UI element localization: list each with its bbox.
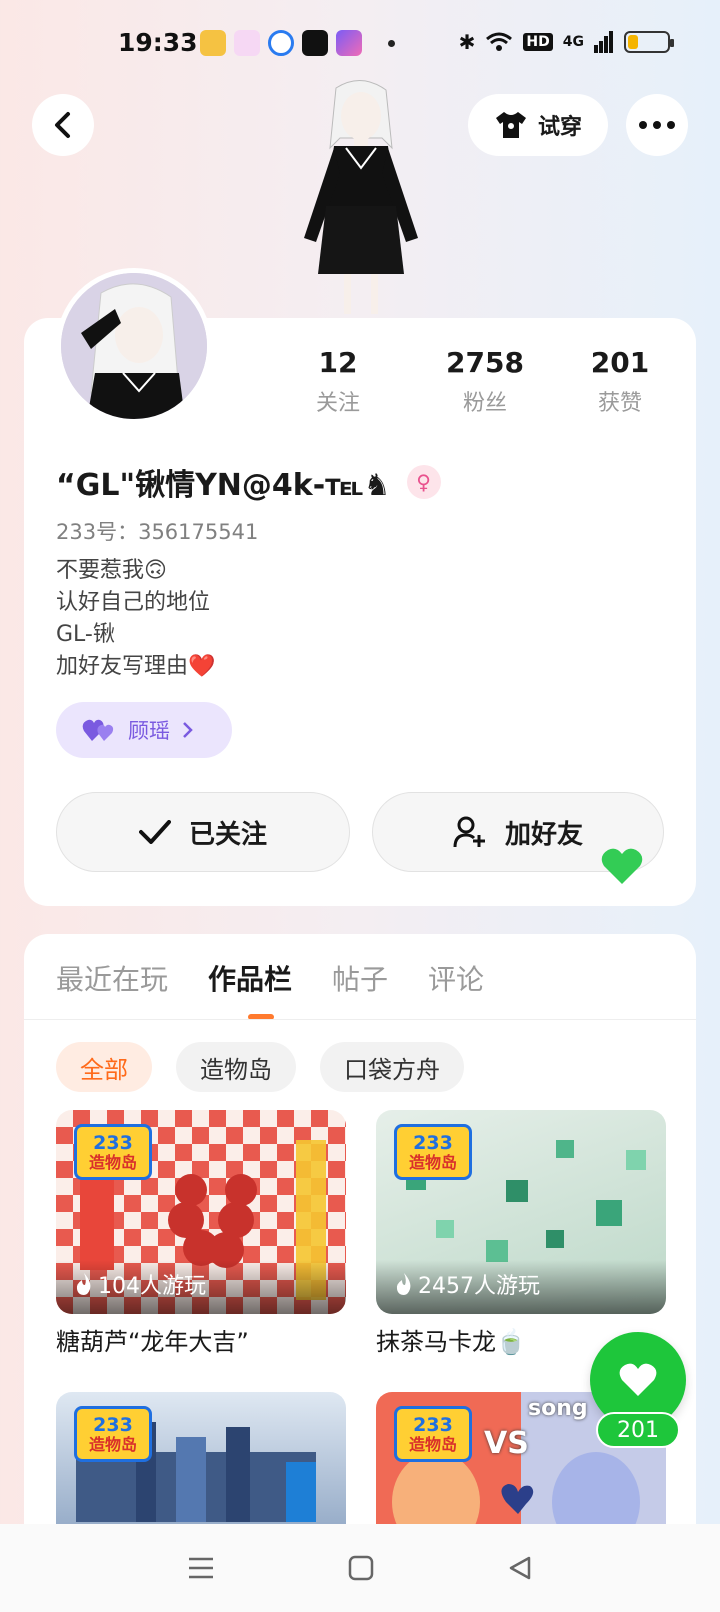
- profile-tabs: 最近在玩 作品栏 帖子 评论: [56, 958, 484, 998]
- nickname-row: “GL"锹情YN@4k-℡♞ ♀: [56, 460, 441, 504]
- user-id: 233号：356175541: [56, 520, 259, 544]
- likes-count: 201: [590, 346, 650, 379]
- more-options-button[interactable]: [626, 94, 688, 156]
- system-nav-bar: [0, 1524, 720, 1612]
- heart-icon: [619, 1363, 657, 1396]
- status-app-icons: [200, 30, 395, 56]
- play-count: 2457人游玩: [394, 1268, 540, 1300]
- avatar[interactable]: [56, 268, 212, 424]
- work-title[interactable]: 糖葫芦“龙年大吉”: [56, 1322, 249, 1357]
- blue-app-icon: [268, 30, 294, 56]
- creation-island-logo: 233 造物岛: [74, 1124, 152, 1180]
- network-type-icon: 4G: [562, 34, 584, 50]
- bio-line: 加好友写理由❤️: [56, 654, 216, 679]
- try-on-button[interactable]: 试穿: [468, 94, 608, 156]
- work-card[interactable]: 233 造物岛 2457人游玩: [376, 1110, 666, 1314]
- status-bar: 19:33 ✱ HD 4G: [0, 0, 720, 90]
- chevron-right-icon: [183, 722, 193, 738]
- tab-works[interactable]: 作品栏: [208, 958, 292, 998]
- green-heart-icon: [601, 848, 643, 884]
- creation-island-logo: 233 造物岛: [74, 1406, 152, 1462]
- status-indicators: ✱ HD 4G: [458, 30, 674, 54]
- partner-tag[interactable]: 顾瑶: [56, 702, 232, 758]
- nickname: “GL"锹情YN@4k-℡♞: [56, 468, 391, 503]
- home-icon[interactable]: [348, 1555, 374, 1581]
- play-count: 104人游玩: [74, 1268, 206, 1300]
- check-icon: [138, 820, 171, 844]
- add-friend-label: 加好友: [504, 819, 583, 850]
- logo-text-top: 233: [413, 1413, 453, 1436]
- filter-all[interactable]: 全部: [56, 1042, 152, 1092]
- fans-label: 粉丝: [462, 391, 507, 416]
- avatar-3d-figure[interactable]: [296, 78, 426, 318]
- fans-count: 2758: [446, 346, 524, 379]
- logo-text-top: 233: [413, 1131, 453, 1154]
- stat-likes[interactable]: 201 获赞: [550, 346, 690, 417]
- try-on-label: 试穿: [537, 115, 582, 140]
- likes-label: 获赞: [597, 391, 642, 416]
- filter-chips: 全部 造物岛 口袋方舟: [56, 1042, 464, 1092]
- logo-text-bottom: 造物岛: [88, 1152, 137, 1172]
- play-count-label: 2457人游玩: [418, 1274, 540, 1299]
- female-gender-icon: ♀: [406, 465, 441, 499]
- more-dots-icon: [639, 121, 675, 129]
- bio-line: GL-锹: [56, 622, 115, 647]
- logo-text-bottom: 造物岛: [88, 1434, 137, 1454]
- work-overlay-text-2: song: [528, 1396, 588, 1421]
- stat-fans[interactable]: 2758 粉丝: [415, 346, 555, 417]
- work-overlay-text: VS: [484, 1426, 529, 1461]
- back-button[interactable]: [32, 94, 94, 156]
- bluetooth-icon: ✱: [458, 30, 476, 54]
- flame-icon: [396, 1273, 411, 1295]
- logo-text-bottom: 造物岛: [408, 1434, 457, 1454]
- following-count: 12: [318, 346, 358, 379]
- work-card[interactable]: 233 造物岛: [56, 1392, 346, 1542]
- bio: 不要惹我🙃 认好自己的地位 GL-锹 加好友写理由❤️: [56, 555, 215, 683]
- double-heart-icon: [82, 719, 114, 741]
- flame-icon: [76, 1273, 91, 1295]
- logo-text-top: 233: [93, 1413, 133, 1436]
- filter-pocket-ark[interactable]: 口袋方舟: [320, 1042, 464, 1092]
- signal-icon: [594, 31, 613, 53]
- shirt-icon: [495, 112, 526, 138]
- video-app-icon: [302, 30, 328, 56]
- like-count-badge: 201: [596, 1412, 680, 1448]
- status-time: 19:33: [118, 28, 198, 57]
- pink-app-icon: [234, 30, 260, 56]
- menu-icon[interactable]: [187, 1556, 215, 1580]
- tab-recent-play[interactable]: 最近在玩: [56, 958, 168, 998]
- followed-button[interactable]: 已关注: [56, 792, 350, 872]
- bio-line: 不要惹我🙃: [56, 558, 167, 583]
- logo-text-bottom: 造物岛: [408, 1152, 457, 1172]
- chevron-left-icon: [55, 112, 70, 138]
- avatar-image: [61, 273, 207, 419]
- followed-label: 已关注: [188, 819, 267, 850]
- logo-text-top: 233: [93, 1131, 133, 1154]
- battery-level: [628, 35, 638, 49]
- notification-dot-icon: [388, 39, 395, 47]
- partner-name: 顾瑶: [128, 719, 170, 743]
- work-card[interactable]: 233 造物岛 104人游玩: [56, 1110, 346, 1314]
- following-label: 关注: [315, 391, 360, 416]
- creation-island-logo: 233 造物岛: [394, 1406, 472, 1462]
- weibo-icon: [200, 30, 226, 56]
- hd-icon: HD: [523, 33, 553, 51]
- tab-divider: [24, 1019, 696, 1020]
- work-title[interactable]: 抹茶马卡龙🍵: [376, 1322, 526, 1357]
- filter-creation-island[interactable]: 造物岛: [176, 1042, 296, 1092]
- creation-island-logo: 233 造物岛: [394, 1124, 472, 1180]
- tab-comments[interactable]: 评论: [428, 958, 484, 998]
- tab-posts[interactable]: 帖子: [332, 958, 388, 998]
- play-count-label: 104人游玩: [98, 1274, 206, 1299]
- add-user-icon: [453, 816, 485, 848]
- wifi-icon: [486, 32, 513, 51]
- back-triangle-icon[interactable]: [507, 1555, 533, 1581]
- stat-following[interactable]: 12 关注: [268, 346, 408, 417]
- battery-icon: [624, 31, 674, 53]
- purple-app-icon: [336, 30, 362, 56]
- bio-line: 认好自己的地位: [56, 590, 211, 615]
